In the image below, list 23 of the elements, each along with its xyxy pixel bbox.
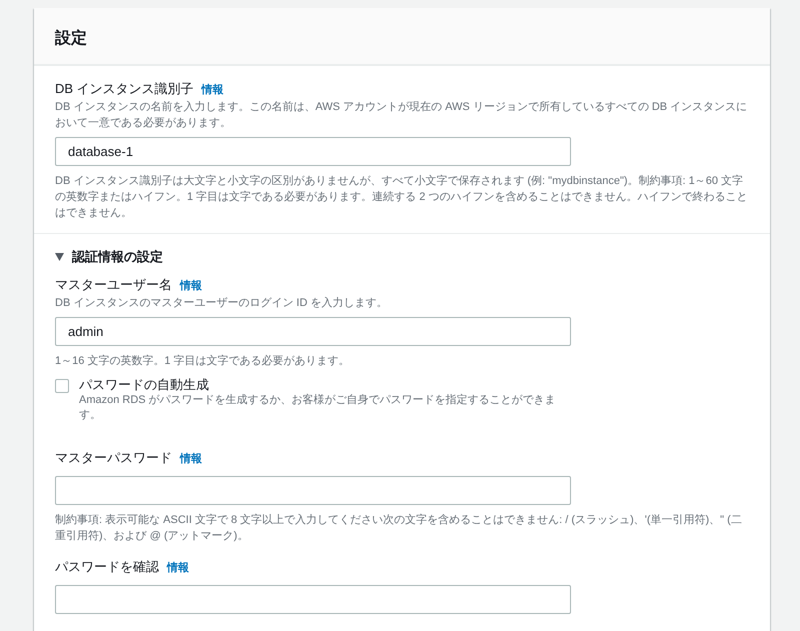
field-label: マスターパスワード [55, 449, 172, 467]
checkbox-label: パスワードの自動生成 [79, 377, 210, 393]
field-label: DB インスタンス識別子 [55, 80, 194, 98]
field-description: DB インスタンスのマスターユーザーのログイン ID を入力します。 [55, 296, 388, 311]
field-hint: 制約事項: 表示可能な ASCII 文字で 8 文字以上で入力してください次の文字を含めることはできません: / (スラッシュ)、'(単一引用符)、" (二重引用符)、および @ (アットマーク)。 [55, 512, 743, 544]
field-hint: 1～16 文字の英数字。1 字目は文字である必要があります。 [55, 354, 351, 369]
checkbox[interactable] [55, 379, 69, 393]
field-label: マスターユーザー名 [55, 276, 172, 294]
input-field[interactable]: admin [55, 317, 571, 346]
info-link[interactable]: 情報 [180, 277, 202, 295]
field-hint: DB インスタンス識別子は大文字と小文字の区別がありませんが、すべて小文字で保存されます (例: "mydbinstance")。制約事項: 1～60 文字の英数字またはハイフン。1 字目は文字である必要があります。連続する 2 つのハイフンを含めることはできません。ハイフンで終わることはできません。 [55, 174, 748, 221]
checkbox-description: Amazon RDS がパスワードを生成するか、お客様がご自身でパスワードを指定することができます。 [79, 393, 557, 423]
field-label: パスワードを確認 [55, 558, 159, 576]
input-field[interactable]: database-1 [55, 137, 571, 166]
panel-title: 設定 [34, 8, 770, 65]
info-link[interactable]: 情報 [167, 559, 189, 577]
info-link[interactable]: 情報 [202, 81, 224, 99]
caret-icon [55, 253, 64, 261]
section-toggle[interactable]: 認証情報の設定 [55, 248, 163, 266]
input-field[interactable] [55, 585, 571, 614]
field-description: DB インスタンスの名前を入力します。この名前は、AWS アカウントが現在の AWS リージョンで所有しているすべての DB インスタンスにおいて一意である必要があります。 [55, 100, 748, 131]
info-link[interactable]: 情報 [180, 450, 202, 468]
input-field[interactable] [55, 476, 571, 505]
